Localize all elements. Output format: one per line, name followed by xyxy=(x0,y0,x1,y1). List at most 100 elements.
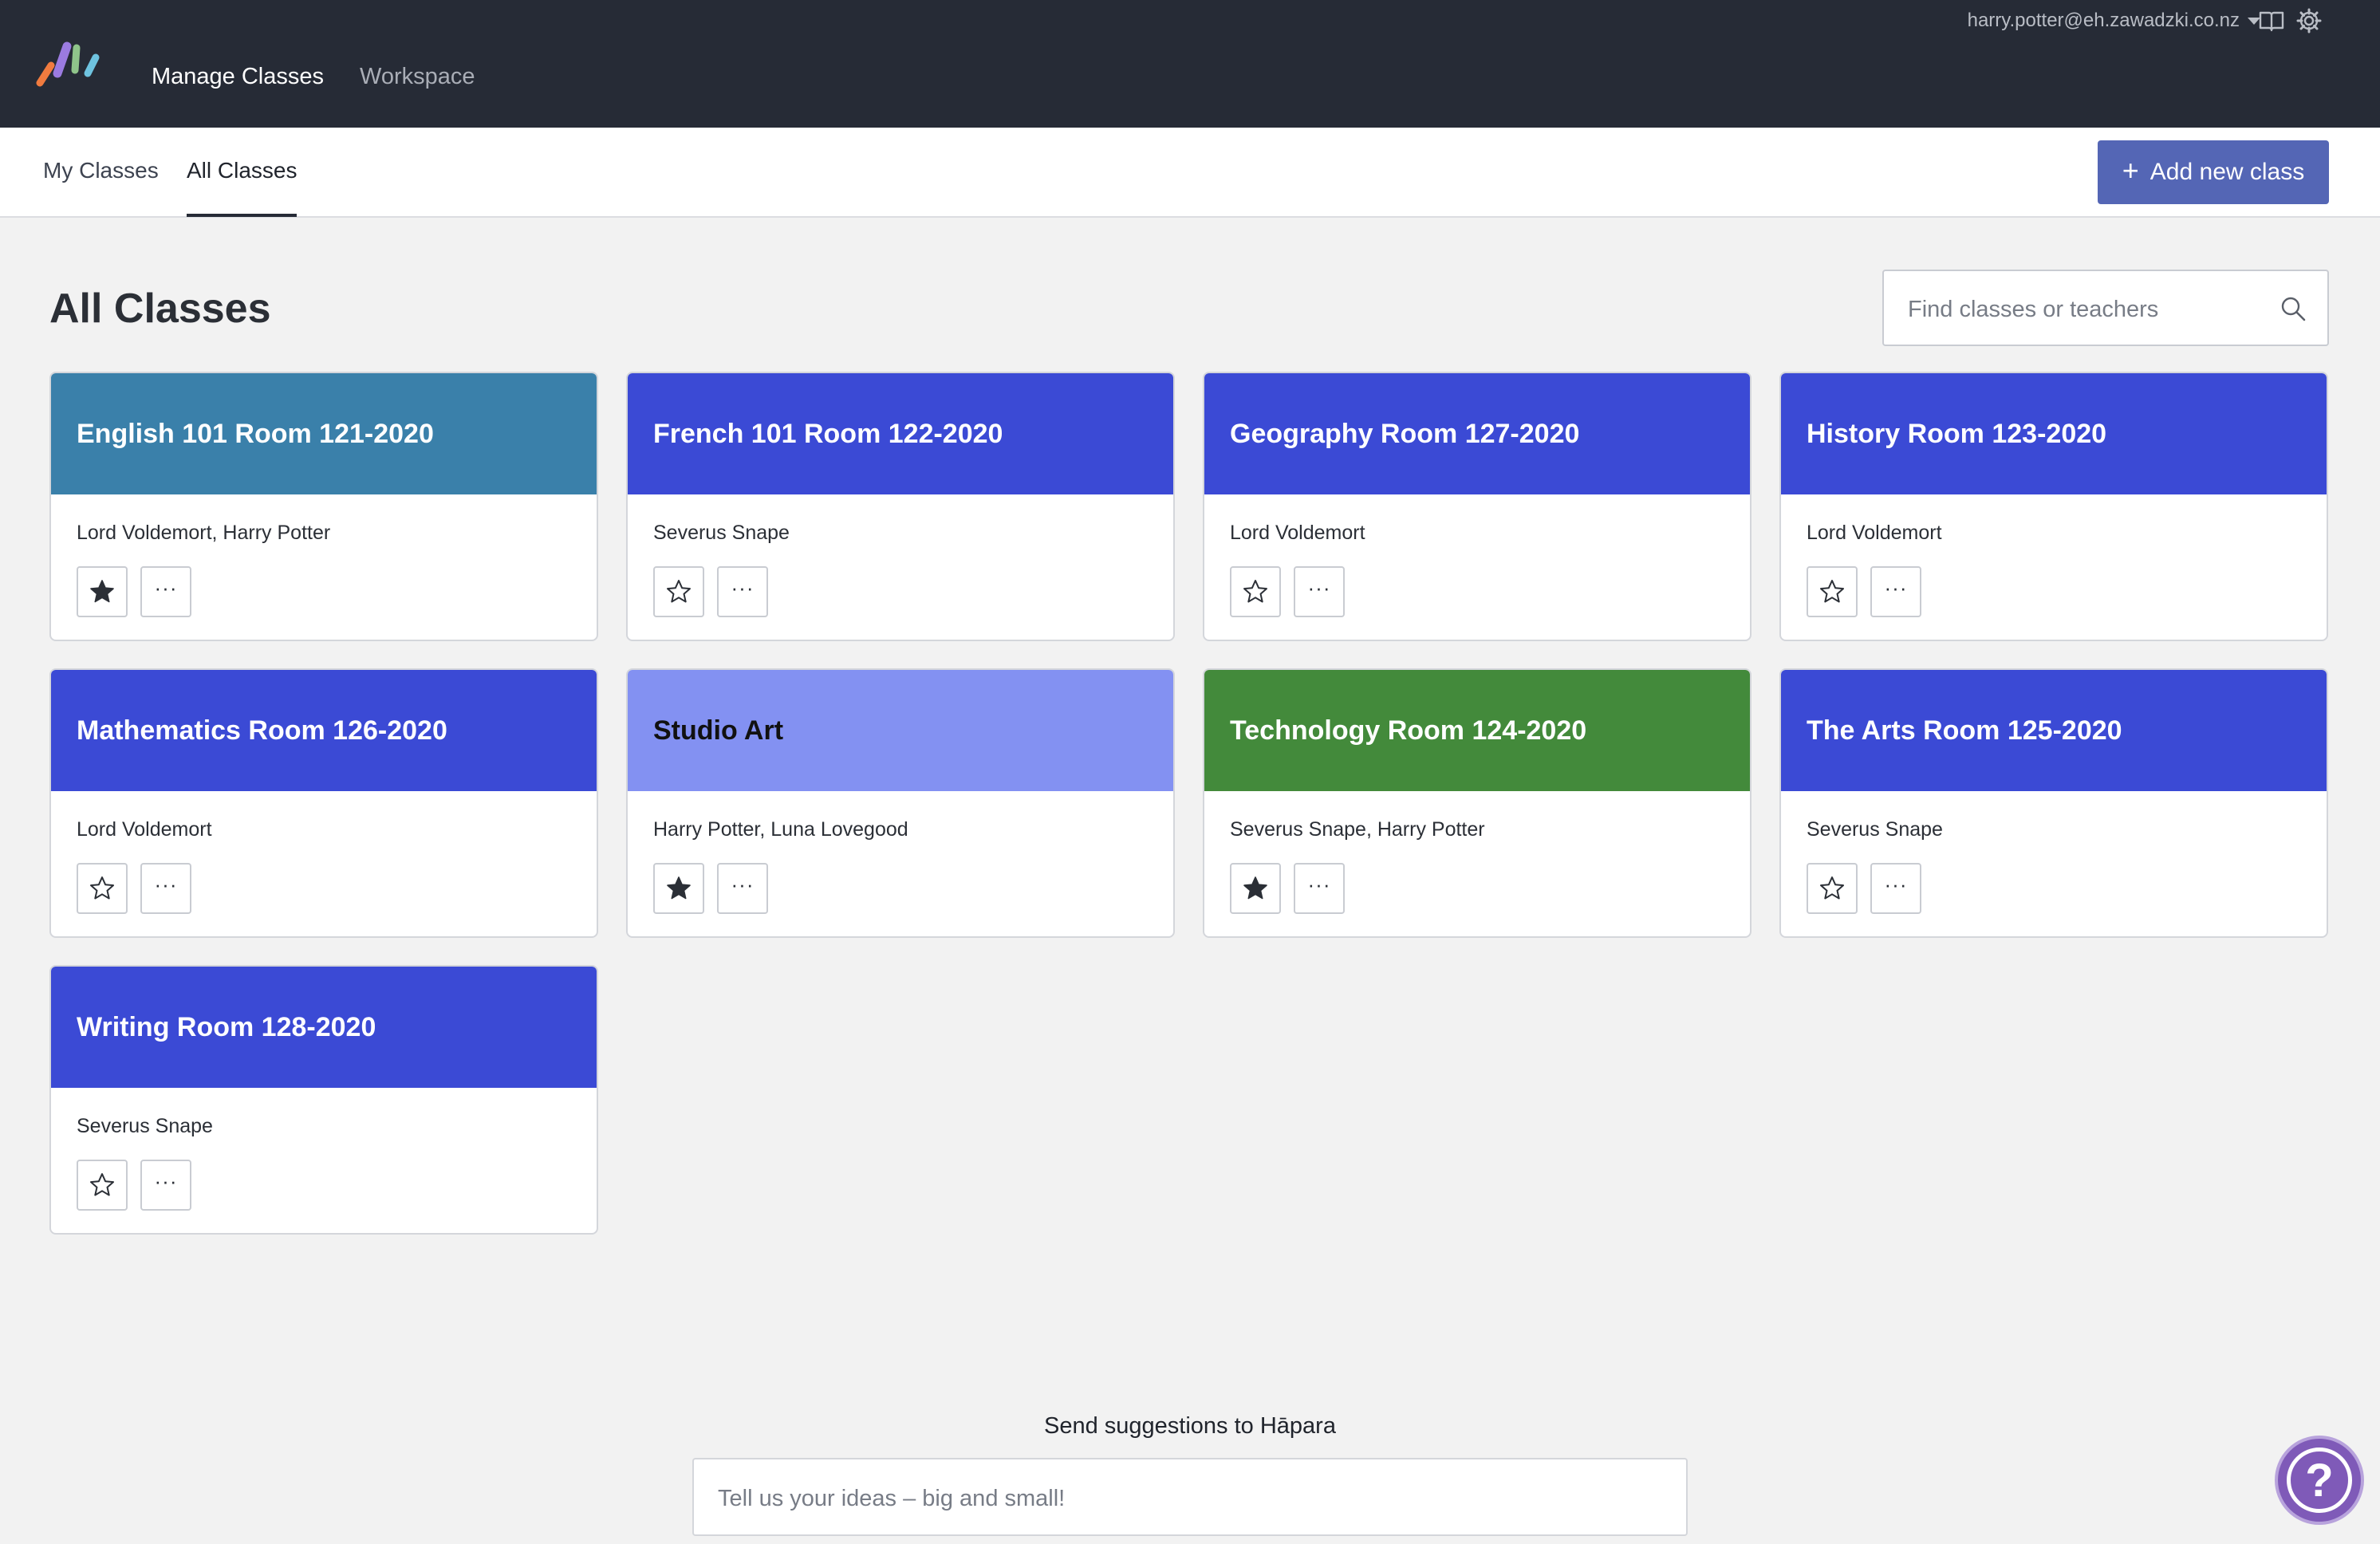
class-title[interactable]: French 101 Room 122-2020 xyxy=(653,419,1003,450)
class-card: French 101 Room 122-2020 Severus Snape ··· xyxy=(626,372,1175,641)
favorite-button[interactable] xyxy=(653,566,704,617)
favorite-button[interactable] xyxy=(1807,566,1858,617)
class-title[interactable]: Studio Art xyxy=(653,715,783,746)
class-card-actions: ··· xyxy=(1230,863,1345,914)
class-teachers: Severus Snape xyxy=(77,1115,213,1137)
top-navigation-bar: Manage Classes Workspace harry.potter@eh… xyxy=(0,0,2380,128)
class-card-actions: ··· xyxy=(77,863,191,914)
favorite-button[interactable] xyxy=(77,566,128,617)
ellipsis-icon: ··· xyxy=(1307,872,1331,896)
class-card-header[interactable]: English 101 Room 121-2020 xyxy=(51,373,597,494)
class-card: English 101 Room 121-2020 Lord Voldemort,… xyxy=(49,372,598,641)
help-button[interactable]: ? xyxy=(2275,1436,2364,1525)
ellipsis-icon: ··· xyxy=(731,872,755,896)
class-teachers: Severus Snape, Harry Potter xyxy=(1230,818,1485,841)
class-card: Geography Room 127-2020 Lord Voldemort ··· xyxy=(1203,372,1752,641)
ellipsis-icon: ··· xyxy=(1884,872,1908,896)
class-title[interactable]: History Room 123-2020 xyxy=(1807,419,2106,450)
page-title: All Classes xyxy=(49,286,271,332)
more-options-button[interactable]: ··· xyxy=(140,863,191,914)
star-outline-icon xyxy=(1242,578,1269,605)
ellipsis-icon: ··· xyxy=(154,1168,178,1193)
star-outline-icon xyxy=(1818,875,1846,902)
more-options-button[interactable]: ··· xyxy=(717,566,768,617)
class-teachers: Lord Voldemort xyxy=(1807,522,1942,544)
more-options-button[interactable]: ··· xyxy=(1294,566,1345,617)
more-options-button[interactable]: ··· xyxy=(1870,863,1921,914)
class-card: The Arts Room 125-2020 Severus Snape ··· xyxy=(1779,668,2328,938)
star-filled-icon xyxy=(89,578,116,605)
class-card-actions: ··· xyxy=(1807,863,1921,914)
gear-icon[interactable] xyxy=(2295,6,2323,35)
class-card-header[interactable]: Studio Art xyxy=(628,670,1173,791)
search-box xyxy=(1882,270,2329,346)
nav-workspace[interactable]: Workspace xyxy=(360,61,475,93)
favorite-button[interactable] xyxy=(77,1160,128,1211)
class-card-header[interactable]: Geography Room 127-2020 xyxy=(1204,373,1750,494)
class-card: Studio Art Harry Potter, Luna Lovegood ··· xyxy=(626,668,1175,938)
search-icon[interactable] xyxy=(2280,295,2307,322)
book-icon[interactable] xyxy=(2257,6,2286,35)
favorite-button[interactable] xyxy=(653,863,704,914)
search-input[interactable] xyxy=(1908,289,2267,330)
more-options-button[interactable]: ··· xyxy=(1294,863,1345,914)
class-card-header[interactable]: History Room 123-2020 xyxy=(1781,373,2327,494)
star-filled-icon xyxy=(665,875,692,902)
ellipsis-icon: ··· xyxy=(154,575,178,600)
more-options-button[interactable]: ··· xyxy=(1870,566,1921,617)
class-teachers: Harry Potter, Luna Lovegood xyxy=(653,818,908,841)
class-title[interactable]: Writing Room 128-2020 xyxy=(77,1012,376,1043)
class-card: Mathematics Room 126-2020 Lord Voldemort ·… xyxy=(49,668,598,938)
class-title[interactable]: Geography Room 127-2020 xyxy=(1230,419,1579,450)
more-options-button[interactable]: ··· xyxy=(140,1160,191,1211)
sub-navigation-bar: My Classes All Classes + Add new class xyxy=(0,128,2380,218)
favorite-button[interactable] xyxy=(1230,863,1281,914)
tab-all-classes[interactable]: All Classes xyxy=(187,128,298,217)
class-teachers: Lord Voldemort xyxy=(1230,522,1365,544)
star-outline-icon xyxy=(1818,578,1846,605)
star-outline-icon xyxy=(665,578,692,605)
class-teachers: Severus Snape xyxy=(1807,818,1943,841)
add-new-class-label: Add new class xyxy=(2149,159,2305,185)
ellipsis-icon: ··· xyxy=(154,872,178,896)
star-outline-icon xyxy=(89,1172,116,1199)
nav-manage-classes[interactable]: Manage Classes xyxy=(152,61,324,93)
class-card: Writing Room 128-2020 Severus Snape ··· xyxy=(49,965,598,1235)
class-card-header[interactable]: Writing Room 128-2020 xyxy=(51,967,597,1088)
class-card: Technology Room 124-2020 Severus Snape, H… xyxy=(1203,668,1752,938)
favorite-button[interactable] xyxy=(1807,863,1858,914)
class-card-actions: ··· xyxy=(653,863,768,914)
suggestions-input[interactable] xyxy=(718,1479,1659,1518)
class-title[interactable]: English 101 Room 121-2020 xyxy=(77,419,434,450)
more-options-button[interactable]: ··· xyxy=(717,863,768,914)
more-options-button[interactable]: ··· xyxy=(140,566,191,617)
class-card-actions: ··· xyxy=(1230,566,1345,617)
account-email: harry.potter@eh.zawadzki.co.nz xyxy=(1967,10,2240,31)
class-title[interactable]: Mathematics Room 126-2020 xyxy=(77,715,447,746)
star-outline-icon xyxy=(89,875,116,902)
plus-icon: + xyxy=(2122,154,2139,187)
tab-my-classes[interactable]: My Classes xyxy=(43,128,159,217)
suggestions-box xyxy=(692,1458,1688,1536)
class-card-actions: ··· xyxy=(1807,566,1921,617)
class-title[interactable]: Technology Room 124-2020 xyxy=(1230,715,1586,746)
hapara-logo-icon[interactable] xyxy=(35,38,102,88)
help-icon: ? xyxy=(2287,1448,2352,1513)
class-card-actions: ··· xyxy=(77,1160,191,1211)
account-menu[interactable]: harry.potter@eh.zawadzki.co.nz xyxy=(1968,6,2260,35)
ellipsis-icon: ··· xyxy=(1884,575,1908,600)
class-card-header[interactable]: Technology Room 124-2020 xyxy=(1204,670,1750,791)
class-card-header[interactable]: The Arts Room 125-2020 xyxy=(1781,670,2327,791)
favorite-button[interactable] xyxy=(77,863,128,914)
class-card-grid: English 101 Room 121-2020 Lord Voldemort,… xyxy=(49,372,2328,1235)
suggestions-label: Send suggestions to Hāpara xyxy=(1044,1413,1336,1439)
class-card-actions: ··· xyxy=(77,566,191,617)
add-new-class-button[interactable]: + Add new class xyxy=(2098,140,2329,204)
class-card-header[interactable]: Mathematics Room 126-2020 xyxy=(51,670,597,791)
class-title[interactable]: The Arts Room 125-2020 xyxy=(1807,715,2122,746)
class-card-header[interactable]: French 101 Room 122-2020 xyxy=(628,373,1173,494)
ellipsis-icon: ··· xyxy=(1307,575,1331,600)
favorite-button[interactable] xyxy=(1230,566,1281,617)
ellipsis-icon: ··· xyxy=(731,575,755,600)
class-card-actions: ··· xyxy=(653,566,768,617)
